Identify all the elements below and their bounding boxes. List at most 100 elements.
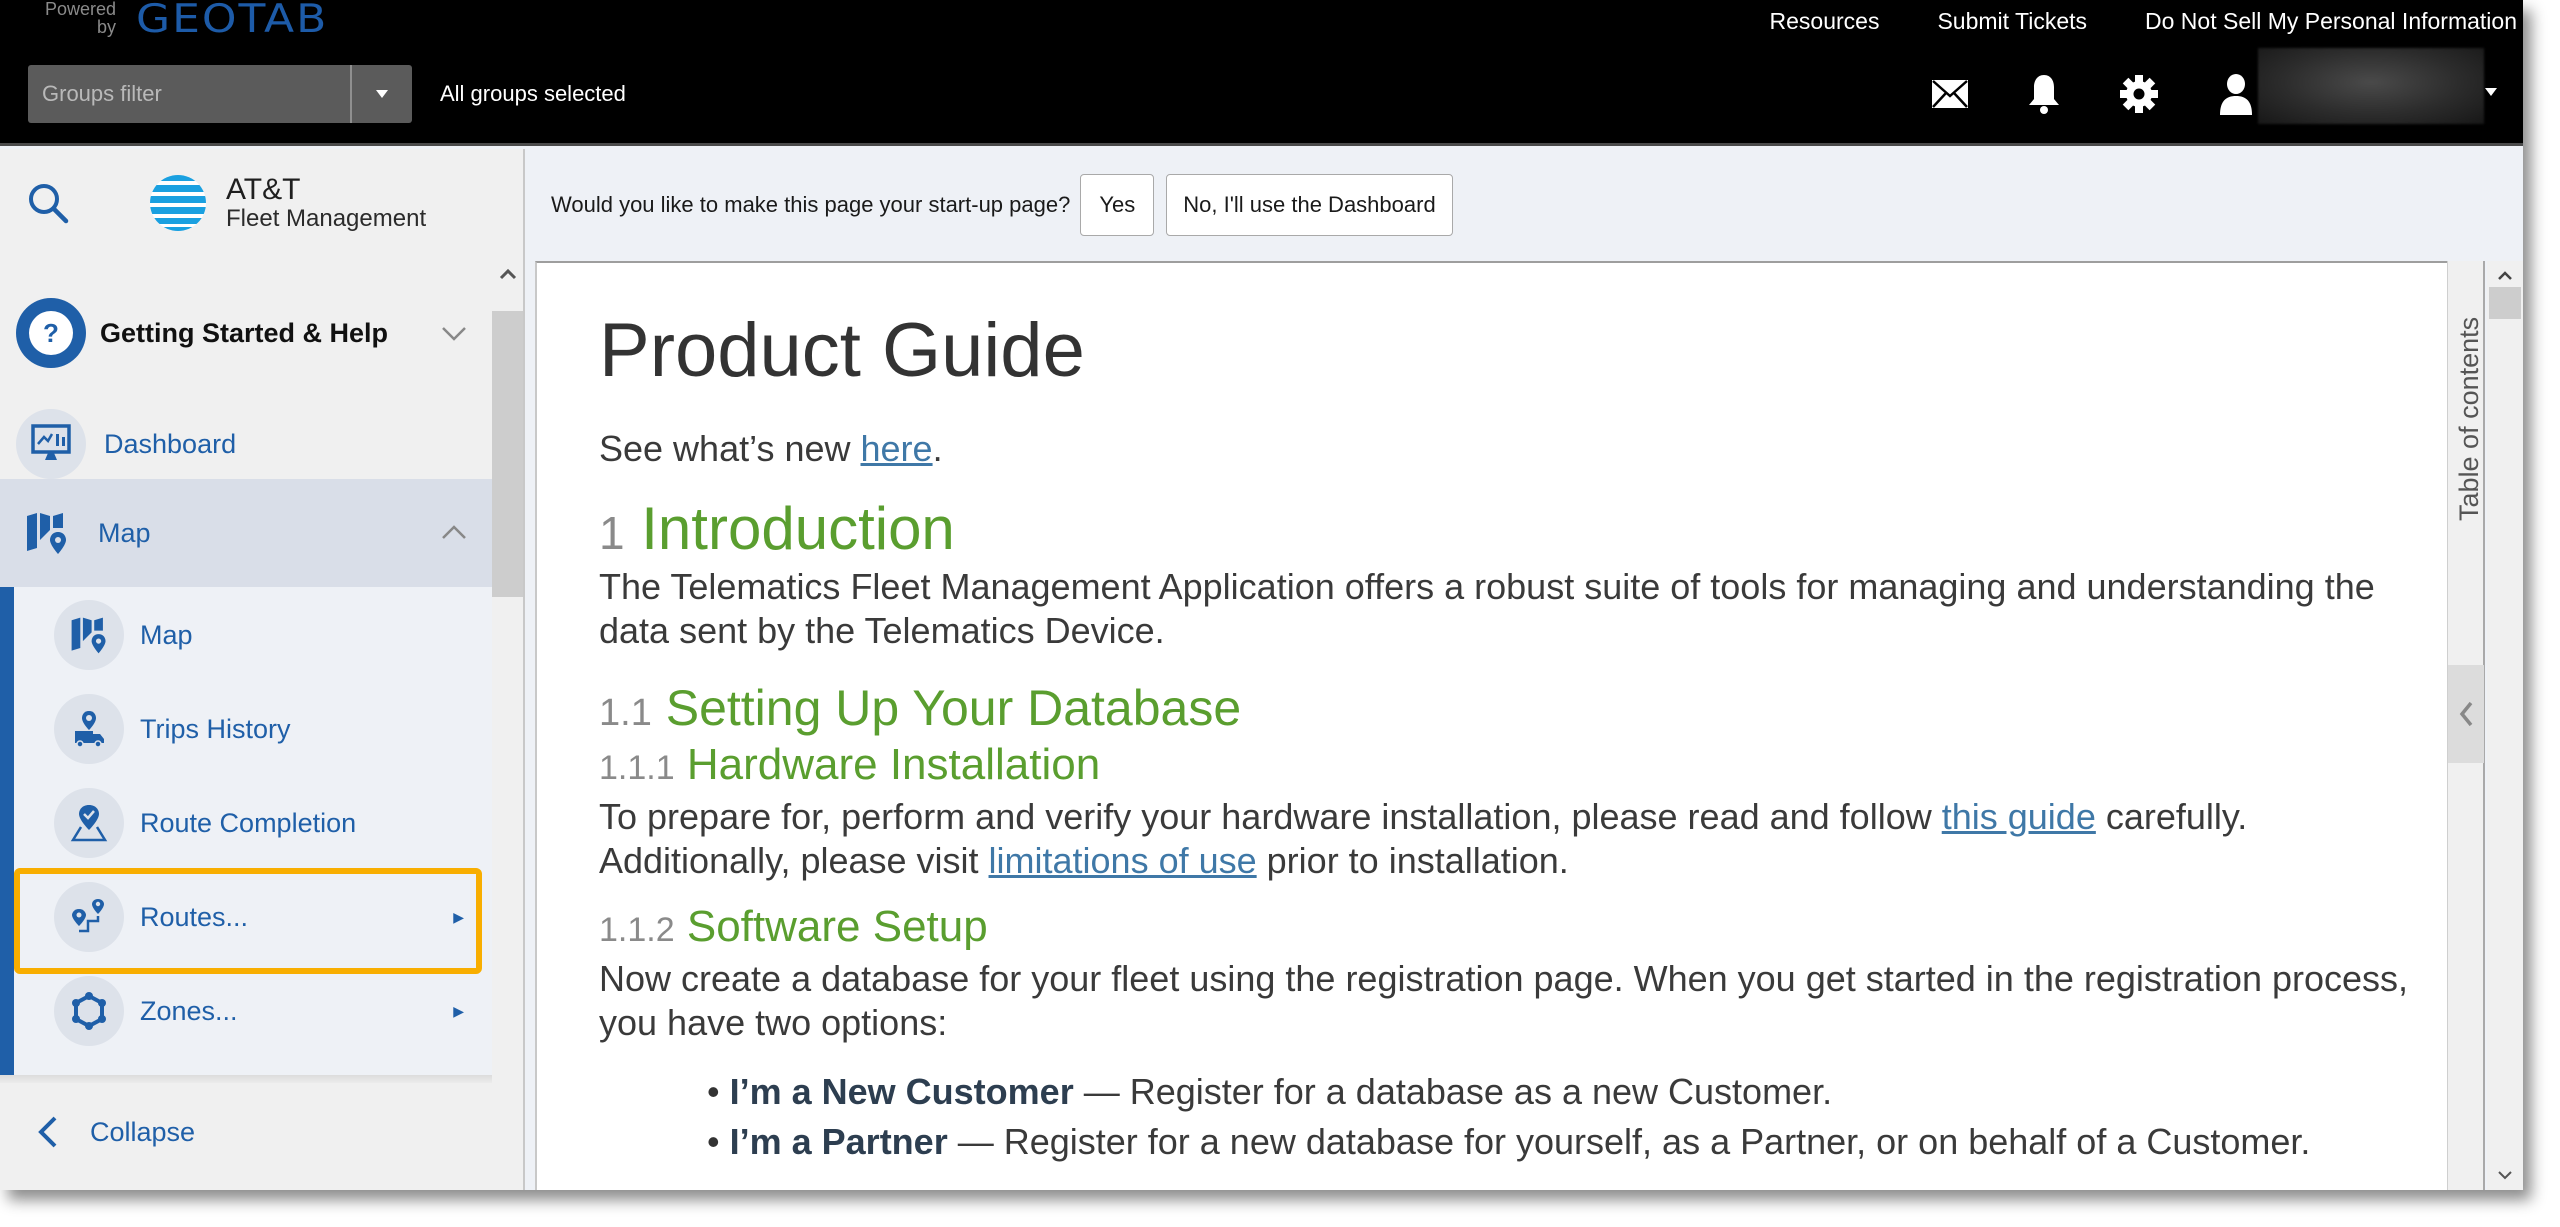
section-heading-introduction: 1 Introduction <box>599 499 2419 559</box>
use-dashboard-button[interactable]: No, I'll use the Dashboard <box>1166 173 1453 236</box>
att-logo[interactable]: AT&T Fleet Management <box>148 173 426 233</box>
section-heading-hardware: 1.1.1 Hardware Installation <box>599 743 2419 787</box>
this-guide-link[interactable]: this guide <box>1942 796 2096 837</box>
introduction-body: The Telematics Fleet Management Applicat… <box>599 566 2375 651</box>
bullet: • <box>707 1071 720 1112</box>
sidebar-subitem-label: Trips History <box>140 713 291 744</box>
chevron-up-icon[interactable] <box>440 519 468 547</box>
logo-line-1: AT&T <box>226 173 301 206</box>
gear-icon <box>2120 75 2158 113</box>
chevron-up-icon <box>499 268 516 280</box>
do-not-sell-link[interactable]: Do Not Sell My Personal Information <box>2145 8 2517 35</box>
toc-expand-button[interactable] <box>2448 665 2484 763</box>
user-menu-caret[interactable] <box>2484 84 2498 102</box>
option-text: — Register for a new database for yourse… <box>947 1121 2311 1162</box>
section-number: 1.1.1 <box>599 749 675 787</box>
logo-line-2: Fleet Management <box>226 205 427 232</box>
sidebar-subitem-zones[interactable]: Zones... ▶ <box>14 964 492 1058</box>
map-submenu: Map Trips History Route Completion Route… <box>0 587 492 1075</box>
sidebar-item-label: Getting Started & Help <box>100 317 389 348</box>
chevron-left-icon <box>38 1116 57 1148</box>
sidebar-subitem-trips-history[interactable]: Trips History <box>14 682 492 776</box>
groups-filter-input[interactable]: Groups filter <box>28 81 350 107</box>
trips-history-icon <box>54 694 124 764</box>
sidebar-scroll-thumb[interactable] <box>492 311 523 597</box>
section-title: Software Setup <box>686 902 988 951</box>
top-links: Resources Submit Tickets Do Not Sell My … <box>1712 8 2523 35</box>
sidebar-item-map-group[interactable]: Map <box>0 479 492 587</box>
sidebar-divider <box>0 1075 492 1083</box>
sidebar-subitem-route-completion[interactable]: Route Completion <box>14 776 492 870</box>
software-body: Now create a database for your fleet usi… <box>599 958 2409 1043</box>
section-number: 1.1.2 <box>599 911 675 949</box>
sidebar-item-label: Dashboard <box>104 428 237 459</box>
document-scroll-thumb[interactable] <box>2489 287 2521 319</box>
chevron-down-icon[interactable] <box>440 319 468 347</box>
chevron-up-icon <box>2498 271 2512 280</box>
sidebar: AT&T Fleet Management ? Getting Started … <box>0 149 525 1190</box>
sidebar-scrollbar[interactable] <box>492 259 523 1190</box>
sidebar-item-label: Map <box>98 517 151 548</box>
help-icon: ? <box>16 298 86 368</box>
groups-status: All groups selected <box>440 81 626 106</box>
section-heading-setting-up: 1.1 Setting Up Your Database <box>599 683 2419 733</box>
caret-down-icon <box>2485 88 2497 96</box>
scroll-up-button[interactable] <box>492 259 523 289</box>
submit-tickets-link[interactable]: Submit Tickets <box>1937 8 2087 35</box>
yes-button[interactable]: Yes <box>1080 173 1155 236</box>
search-button[interactable] <box>24 179 72 227</box>
table-of-contents-panel[interactable]: Table of contents <box>2447 261 2485 1190</box>
settings-button[interactable] <box>2119 74 2159 114</box>
bullet: • <box>707 1121 720 1162</box>
bell-icon <box>2029 75 2059 114</box>
section-number: 1.1 <box>599 692 652 734</box>
hardware-text-c: prior to installation. <box>1256 840 1569 881</box>
map-icon <box>27 513 66 554</box>
collapse-sidebar-button[interactable]: Collapse <box>36 1115 195 1149</box>
startup-page-prompt: Would you like to make this page your st… <box>527 149 2523 260</box>
top-header: Powered by GEOTAB Groups filter All grou… <box>0 0 2523 146</box>
section-title: Introduction <box>641 495 955 562</box>
sidebar-subitem-label: Route Completion <box>140 807 357 838</box>
caret-down-icon <box>376 90 388 98</box>
document-scrollbar[interactable] <box>2487 261 2523 1190</box>
sidebar-item-getting-started[interactable]: ? Getting Started & Help <box>0 279 492 387</box>
scroll-down-button[interactable] <box>2487 1160 2523 1190</box>
option-text: — Register for a database as a new Custo… <box>1073 1071 1833 1112</box>
toc-label[interactable]: Table of contents <box>2452 281 2484 521</box>
powered-by-label: Powered by <box>44 0 116 37</box>
chevron-left-icon <box>2459 701 2473 727</box>
whats-new-prefix: See what’s new <box>599 428 861 469</box>
whats-new-link[interactable]: here <box>861 428 933 469</box>
map-icon <box>54 600 124 670</box>
section-heading-software: 1.1.2 Software Setup <box>599 905 2419 949</box>
limitations-of-use-link[interactable]: limitations of use <box>989 840 1257 881</box>
user-icon <box>2220 74 2252 115</box>
search-icon <box>29 184 69 224</box>
geotab-logo[interactable]: GEOTAB <box>136 0 328 42</box>
routes-highlight-annotation <box>14 868 482 974</box>
mail-button[interactable] <box>1930 74 1970 114</box>
whats-new-suffix: . <box>932 428 943 469</box>
user-menu-button[interactable] <box>2216 74 2256 115</box>
notifications-button[interactable] <box>2024 74 2064 114</box>
groups-filter[interactable]: Groups filter <box>28 65 412 123</box>
hardware-body: To prepare for, perform and verify your … <box>599 795 2419 883</box>
section-title: Hardware Installation <box>686 740 1101 789</box>
section-number: 1 <box>599 507 625 559</box>
sidebar-subitem-label: Map <box>140 619 193 650</box>
registration-options: • I’m a New Customer — Register for a dat… <box>707 1067 2419 1167</box>
svg-text:?: ? <box>43 318 59 348</box>
dashboard-icon <box>16 409 86 479</box>
startup-question: Would you like to make this page your st… <box>551 191 1071 217</box>
toc-label-text: Table of contents <box>2454 316 2484 521</box>
submenu-accent-bar <box>0 587 14 1075</box>
collapse-label: Collapse <box>90 1116 196 1147</box>
user-name-redacted[interactable] <box>2258 48 2484 124</box>
sidebar-subitem-map[interactable]: Map <box>14 588 492 682</box>
section-title: Setting Up Your Database <box>665 680 1242 736</box>
resources-link[interactable]: Resources <box>1770 8 1880 35</box>
groups-filter-dropdown-button[interactable] <box>352 89 412 99</box>
app-window: Powered by GEOTAB Groups filter All grou… <box>0 0 2523 1190</box>
mail-icon <box>1932 80 1968 108</box>
